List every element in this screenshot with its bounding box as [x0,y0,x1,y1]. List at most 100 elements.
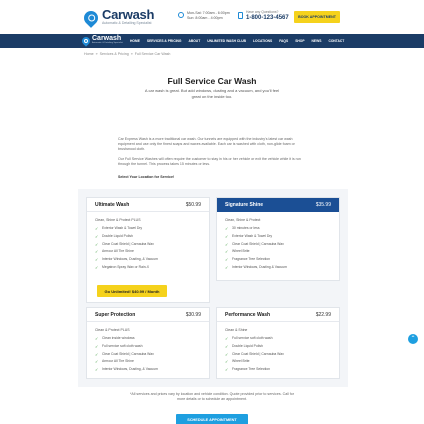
plan-price: $30.99 [185,311,201,318]
check-icon: ✓ [225,359,229,365]
plan-card-signature: Signature Shine $35.99 Clean, Shine & Pr… [216,197,340,281]
check-icon: ✓ [95,351,99,357]
brand-logo[interactable]: Carwash Automatic & Detailing Specialist [81,7,155,28]
pricing-section: Ultimate Wash $50.99 Clean, Shine & Prot… [78,189,348,387]
plan-feature: ✓ Full service soft cloth wash [225,336,273,341]
select-location-text: Select Your Location for Service! [118,175,175,179]
clock-icon [178,12,184,18]
nav-item-news[interactable]: NEWS [312,39,322,43]
plan-feature: ✓ Interior Windows, Dusting, & Vacuum [95,257,158,263]
plan-feature: ✓ Exterior Wash & Towel Dry [95,226,143,231]
plan-feature: ✓ Clear Coat Shield | Carnauba Wax [225,351,284,357]
description-paragraph: Car Express Wash is a more traditional c… [118,137,295,151]
plan-feature: ✓ Wheel Brite [225,359,250,365]
plan-feature: ✓ Interior Windows, Dusting & Vacuum [225,264,287,270]
chevron-up-icon: ⌃ [410,336,416,342]
plan-feature: ✓ Megatron Spray Wax or Rain-X [95,264,149,270]
brand-tagline: Automatic & Detailing Specialist [102,21,152,25]
nav-brand-tagline: Automatic & Detailing Specialist [92,42,123,44]
check-icon: ✓ [95,233,99,239]
phone-icon [238,12,243,19]
plan-feature: ✓ Clean inside windows [95,336,135,341]
check-icon: ✓ [225,336,229,341]
plan-feature: ✓ Armour All Tire Shine [95,359,134,365]
plan-feature: ✓ 30 minutes or less [225,226,260,231]
breadcrumb-separator: » [95,52,98,56]
plan-subtitle: Clean, Shine & Protect [225,218,261,222]
nav-item-locations[interactable]: LOCATIONS [253,39,272,43]
check-icon: ✓ [225,343,229,349]
check-icon: ✓ [95,367,99,373]
plan-name: Super Protection [95,311,136,318]
check-icon: ✓ [225,226,229,231]
nav-item-about[interactable]: ABOUT [188,39,200,43]
check-icon: ✓ [95,336,99,341]
plan-subtitle: Clean & Protect PLUS [95,328,130,332]
nav-item-unlimited[interactable]: UNLIMITED WASH CLUB [207,39,246,43]
hours-sunday: Sun: 8:00am - 4:00pm [187,16,223,20]
check-icon: ✓ [225,264,229,270]
go-unlimited-button[interactable]: Go Unlimited! $40.99 / Month [97,285,167,297]
phone-number[interactable]: 1-800-123-4567 [246,14,289,22]
main-nav: Carwash Automatic & Detailing Specialist… [0,34,424,48]
plan-feature: ✓ Wheel Brite [225,249,250,255]
plan-feature: ✓ Interior Windows, Dusting, & Vacuum [95,367,158,373]
check-icon: ✓ [225,233,229,239]
nav-item-shop[interactable]: SHOP [295,39,304,43]
nav-item-faqs[interactable]: FAQS [279,39,288,43]
check-icon: ✓ [225,249,229,255]
brand-name: Carwash [102,7,155,22]
check-icon: ✓ [95,343,99,349]
check-icon: ✓ [95,241,99,247]
breadcrumb-current: Full Service Car Wash [134,52,171,56]
plan-subtitle: Clean, Shine & Protect PLUS [95,218,141,222]
plan-feature: ✓ Full service soft cloth wash [95,343,143,349]
plan-feature: ✓ Exterior Wash & Towel Dry [225,233,273,239]
intro-text: A car wash is great. But add windows, du… [144,88,280,99]
plan-price: $50.99 [185,201,201,208]
plan-feature: ✓ Fragrance Tree Selection [225,257,271,263]
breadcrumb-services[interactable]: Services & Pricing [100,52,129,56]
check-icon: ✓ [95,359,99,365]
business-hours: Mon-Sat: 7:00am - 6:00pm Sun: 8:00am - 4… [178,11,230,21]
check-icon: ✓ [95,264,99,270]
nav-item-contact[interactable]: CONTACT [328,39,344,43]
plan-card-super: Super Protection $30.99 Clean & Protect … [86,307,210,379]
plan-feature: ✓ Double Liquid Polish [95,233,133,239]
breadcrumb: Home » Services & Pricing » Full Service… [84,52,170,56]
plan-subtitle: Clean & Shine [225,328,248,332]
plan-price: $35.99 [315,202,331,208]
plan-card-ultimate: Ultimate Wash $50.99 Clean, Shine & Prot… [86,197,210,303]
check-icon: ✓ [225,241,229,247]
plan-name: Ultimate Wash [95,201,130,208]
plan-feature: ✓ Double Liquid Polish [225,343,263,349]
plan-price: $22.99 [315,311,331,318]
top-header: Carwash Automatic & Detailing Specialist… [0,0,424,34]
water-drop-icon [81,7,101,28]
breadcrumb-separator: » [130,52,133,56]
schedule-appointment-button[interactable]: SCHEDULE APPOINTMENT [176,414,248,424]
nav-item-home[interactable]: HOME [130,39,140,43]
check-icon: ✓ [95,257,99,263]
description-paragraph: Our Full Service Washes will often requi… [118,157,301,166]
plan-feature: ✓ Clear Coat Shield | Carnauba Wax [95,241,154,247]
nav-item-services[interactable]: SERVICES & PRICING [147,39,182,43]
check-icon: ✓ [225,257,229,263]
plan-feature: ✓ Clear Coat Shield | Carnauba Wax [95,351,154,357]
pricing-disclaimer: *All services and prices vary by locatio… [130,392,294,401]
page-title: Full Service Car Wash [167,76,257,86]
plan-feature: ✓ Clear Coat Shield | Carnauba Wax [225,241,284,247]
nav-logo[interactable]: Carwash Automatic & Detailing Specialist [80,34,123,47]
book-appointment-button[interactable]: BOOK APPOINTMENT [294,11,340,23]
plan-feature: ✓ Fragrance Tree Selection [225,367,271,373]
check-icon: ✓ [95,226,99,231]
plan-feature: ✓ Armour All Tire Shine [95,249,134,255]
plan-name: Performance Wash [225,311,271,318]
check-icon: ✓ [225,351,229,357]
check-icon: ✓ [225,367,229,373]
breadcrumb-home[interactable]: Home [84,52,94,56]
plan-card-performance: Performance Wash $22.99 Clean & Shine ✓ F… [216,307,340,379]
scroll-to-top-button[interactable]: ⌃ [408,334,418,344]
check-icon: ✓ [95,249,99,255]
phone-contact[interactable]: Have any Questions? 1-800-123-4567 [238,10,289,22]
